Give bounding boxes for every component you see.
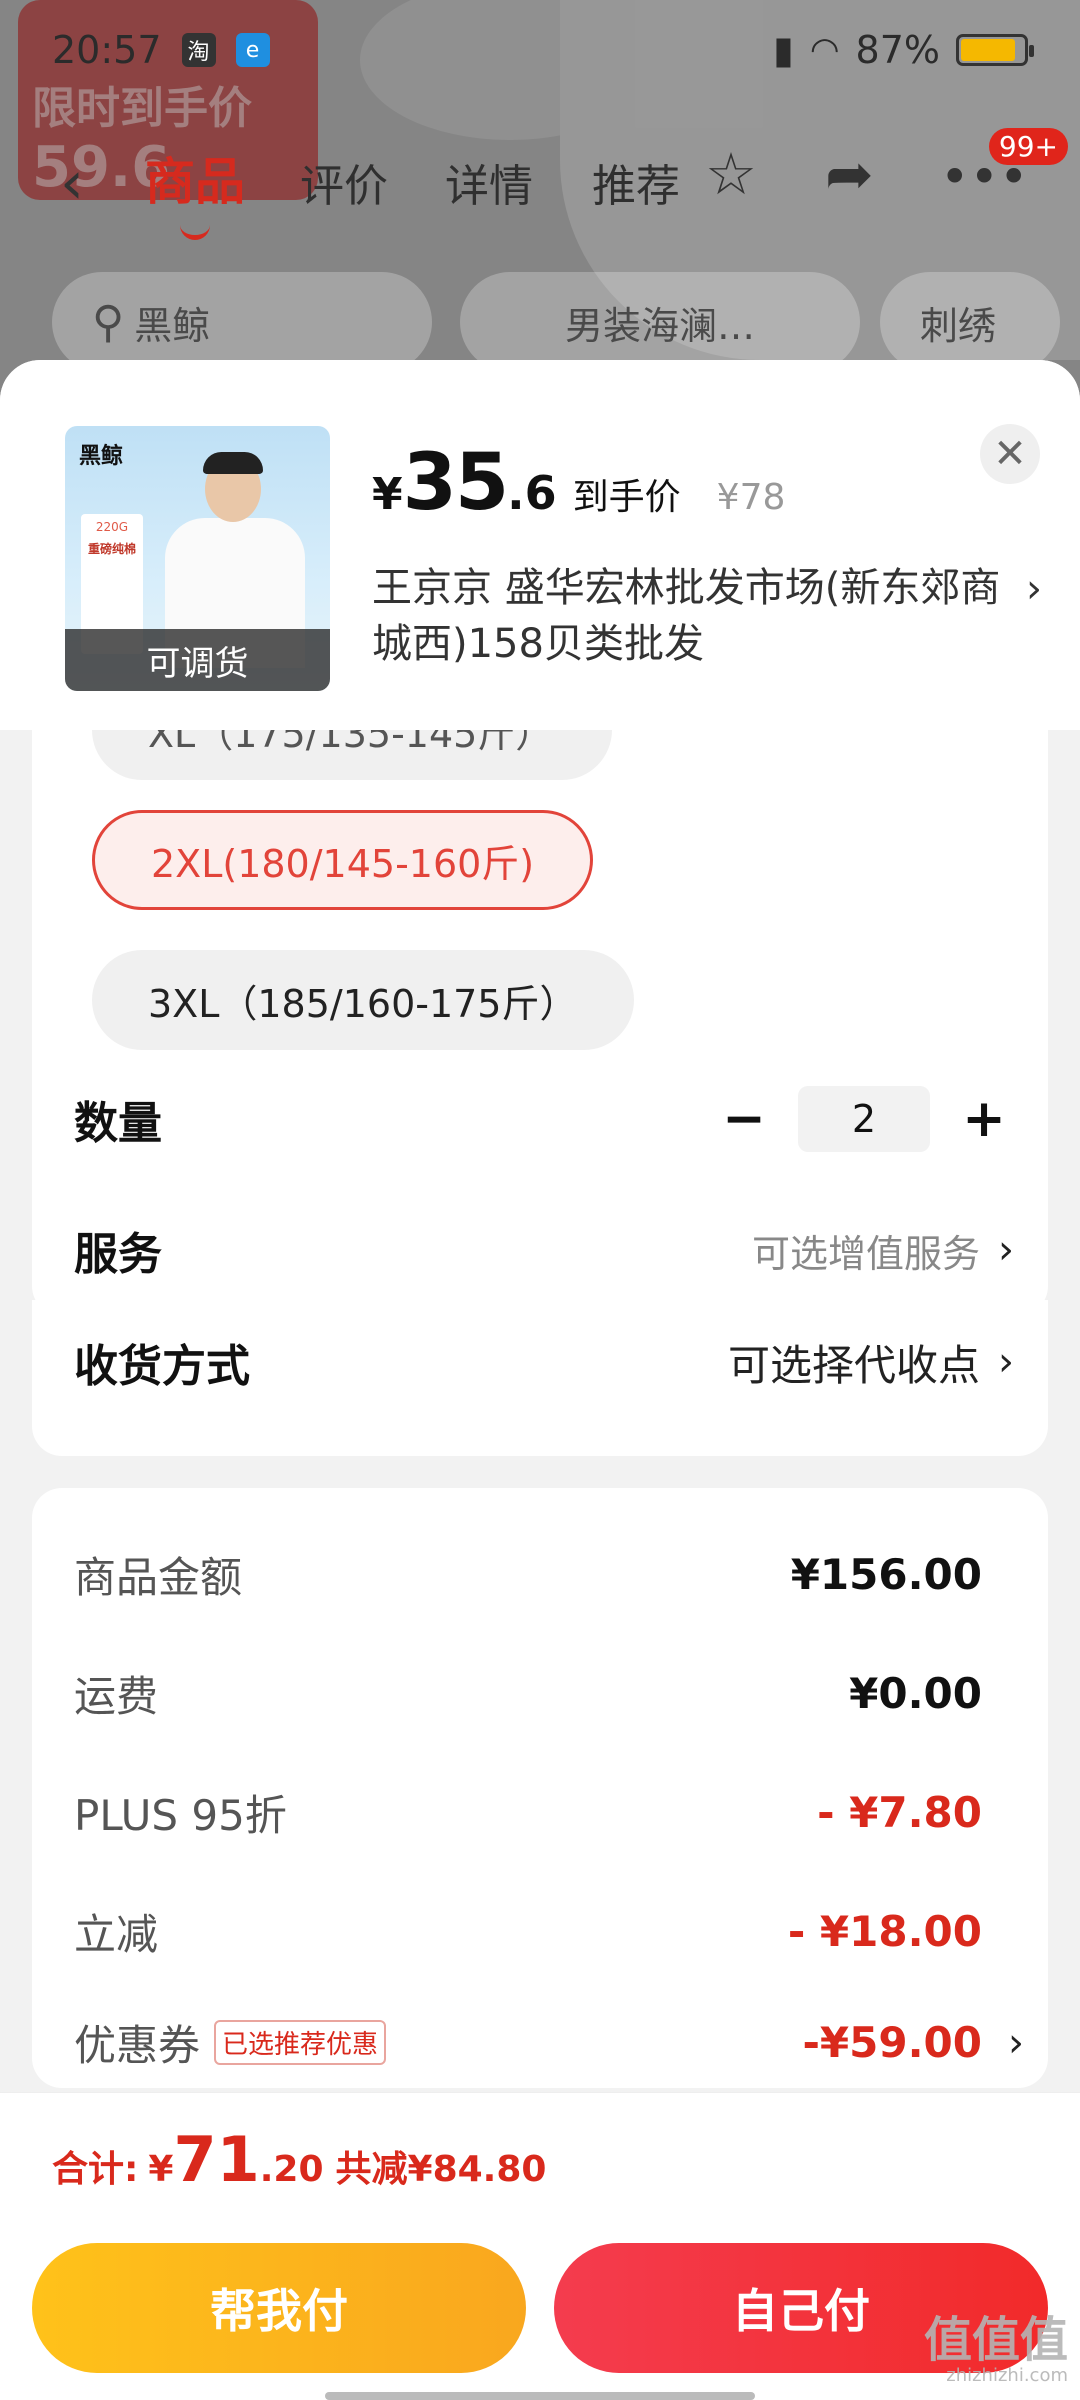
service-label: 服务 — [74, 1229, 162, 1280]
options-section: XL（175/135-145斤） 2XL(180/145-160斤) 3XL（1… — [32, 730, 1048, 1316]
breakdown-row: 立减 - ¥18.00 — [74, 1901, 1004, 1962]
status-bar: 20:57 淘 e ▮ ◠ 87% — [0, 0, 1080, 100]
tab-recommend[interactable]: 推荐 — [592, 150, 680, 214]
breakdown-value: - ¥7.80 — [817, 1788, 982, 1837]
quantity-row: 数量 − 2 + — [74, 1086, 1014, 1152]
watermark: 值值值 zhizhizhi.com — [924, 2315, 1068, 2386]
coupon-row[interactable]: 优惠券 已选推荐优惠 -¥59.00 › — [74, 2012, 1024, 2073]
taobao-notification-icon: 淘 — [181, 33, 216, 67]
original-price: ¥78 — [716, 477, 786, 518]
status-time: 20:57 — [52, 28, 162, 72]
tab-product[interactable]: 商品 — [145, 142, 245, 214]
product-header: 黑鲸 220G 重磅纯棉 可调货 ¥ 35 .6 到手价 ¥78 ✕ 王京京 盛… — [0, 360, 1080, 730]
favorite-star-icon[interactable]: ☆ — [705, 140, 757, 208]
quantity-label: 数量 — [74, 1098, 162, 1149]
app-notification-icon: e — [235, 33, 270, 67]
top-nav: ‹ 商品 评价 详情 推荐 ☆ ➦ ••• 99+ — [0, 128, 1080, 230]
breakdown-key: 运费 — [74, 1672, 159, 1721]
coupon-key: 优惠券 — [74, 2021, 201, 2070]
total-label: 合计: — [52, 2149, 139, 2190]
search-icon: ⚲ — [92, 296, 125, 348]
quantity-input[interactable]: 2 — [798, 1086, 930, 1152]
close-button[interactable]: ✕ — [980, 424, 1040, 484]
chevron-right-icon: › — [1008, 2019, 1024, 2066]
total-decimal: .20 — [259, 2149, 324, 2190]
search-text: 黑鲸 — [134, 303, 211, 348]
watermark-site: zhizhizhi.com — [946, 2365, 1068, 2386]
tab-details[interactable]: 详情 — [445, 150, 533, 214]
options-section-bottom — [32, 1400, 1048, 1456]
price-currency: ¥ — [372, 469, 403, 520]
total-currency: ¥ — [148, 2149, 174, 2190]
thumbnail-material: 重磅纯棉 — [87, 542, 136, 556]
breakdown-key: 立减 — [74, 1910, 159, 1959]
breakdown-row: 商品金额 ¥156.00 — [74, 1544, 1004, 1605]
delivery-label: 收货方式 — [74, 1341, 250, 1392]
thumbnail-brand: 黑鲸 — [79, 444, 124, 469]
thumbnail-weight: 220G — [95, 520, 129, 534]
home-indicator[interactable] — [325, 2392, 755, 2400]
chevron-right-icon: › — [998, 1339, 1014, 1385]
breakdown-value: ¥156.00 — [790, 1550, 982, 1599]
delivery-value: 可选择代收点 — [727, 1340, 980, 1390]
breakdown-row: PLUS 95折 - ¥7.80 — [74, 1782, 1004, 1843]
message-badge: 99+ — [988, 128, 1068, 165]
coupon-tag: 已选推荐优惠 — [214, 2020, 387, 2065]
size-option-selected[interactable]: 2XL(180/145-160斤) — [92, 810, 594, 910]
chevron-right-icon: › — [998, 1227, 1014, 1273]
back-icon[interactable]: ‹ — [60, 148, 84, 218]
tab-reviews[interactable]: 评价 — [300, 150, 388, 214]
battery-level — [961, 39, 1015, 61]
model-image — [165, 452, 305, 668]
battery-percent: 87% — [855, 28, 940, 72]
sku-sheet: XL（175/135-145斤） 2XL(180/145-160斤) 3XL（1… — [0, 360, 1080, 2400]
product-thumbnail[interactable]: 黑鲸 220G 重磅纯棉 可调货 — [65, 426, 330, 691]
breakdown-key: PLUS 95折 — [74, 1791, 287, 1840]
breakdown-value: - ¥18.00 — [787, 1907, 982, 1956]
total-integer: 71 — [173, 2123, 260, 2196]
total-saved: 共减¥84.80 — [335, 2149, 547, 2190]
service-row[interactable]: 服务 可选增值服务 › — [74, 1218, 1014, 1282]
help-pay-button[interactable]: 帮我付 — [32, 2243, 526, 2373]
breakdown-value: ¥0.00 — [849, 1669, 982, 1718]
size-option[interactable]: XL（175/135-145斤） — [92, 730, 612, 780]
size-option[interactable]: 3XL（185/160-175斤） — [92, 950, 634, 1050]
price-breakdown: 商品金额 ¥156.00 运费 ¥0.00 PLUS 95折 - ¥7.80 立… — [32, 1488, 1048, 2088]
wifi-icon: ◠ — [809, 30, 840, 70]
close-icon: ✕ — [993, 431, 1027, 477]
breakdown-row: 运费 ¥0.00 — [74, 1663, 1004, 1724]
watermark-logo: 值值值 — [923, 2312, 1068, 2368]
coupon-value: -¥59.00 — [802, 2018, 982, 2067]
plus-button[interactable]: + — [954, 1089, 1014, 1149]
shop-info[interactable]: 王京京 盛华宏林批发市场(新东郊商城西)158贝类批发 — [372, 560, 1012, 672]
search-chip[interactable]: ⚲ 黑鲸 — [52, 272, 432, 372]
price-integer: 35 — [402, 438, 510, 528]
sim-icon: ▮ — [772, 28, 794, 72]
battery-icon — [956, 34, 1034, 66]
price-decimal: .6 — [507, 466, 557, 520]
service-value: 可选增值服务 — [751, 1231, 980, 1276]
quantity-stepper: − 2 + — [714, 1086, 1014, 1152]
chevron-right-icon[interactable]: › — [1026, 566, 1042, 612]
delivery-row[interactable]: 收货方式 可选择代收点 › — [74, 1330, 1014, 1394]
total-line: 合计: ¥ 71 .20 共减¥84.80 — [52, 2123, 546, 2196]
checkout-footer: 合计: ¥ 71 .20 共减¥84.80 帮我付 自己付 值值值 zhizhi… — [0, 2092, 1080, 2400]
thumbnail-label: 可调货 — [65, 629, 330, 691]
keyword-chip[interactable]: 男装海澜… — [460, 272, 860, 372]
share-icon[interactable]: ➦ — [825, 140, 874, 208]
search-row: ⚲ 黑鲸 男装海澜… 刺绣 — [0, 272, 1080, 372]
price-line: ¥ 35 .6 到手价 ¥78 — [372, 438, 785, 528]
minus-button[interactable]: − — [714, 1089, 774, 1149]
breakdown-key: 商品金额 — [74, 1553, 243, 1602]
keyword-chip[interactable]: 刺绣 — [880, 272, 1060, 372]
price-tag: 到手价 — [572, 477, 681, 518]
